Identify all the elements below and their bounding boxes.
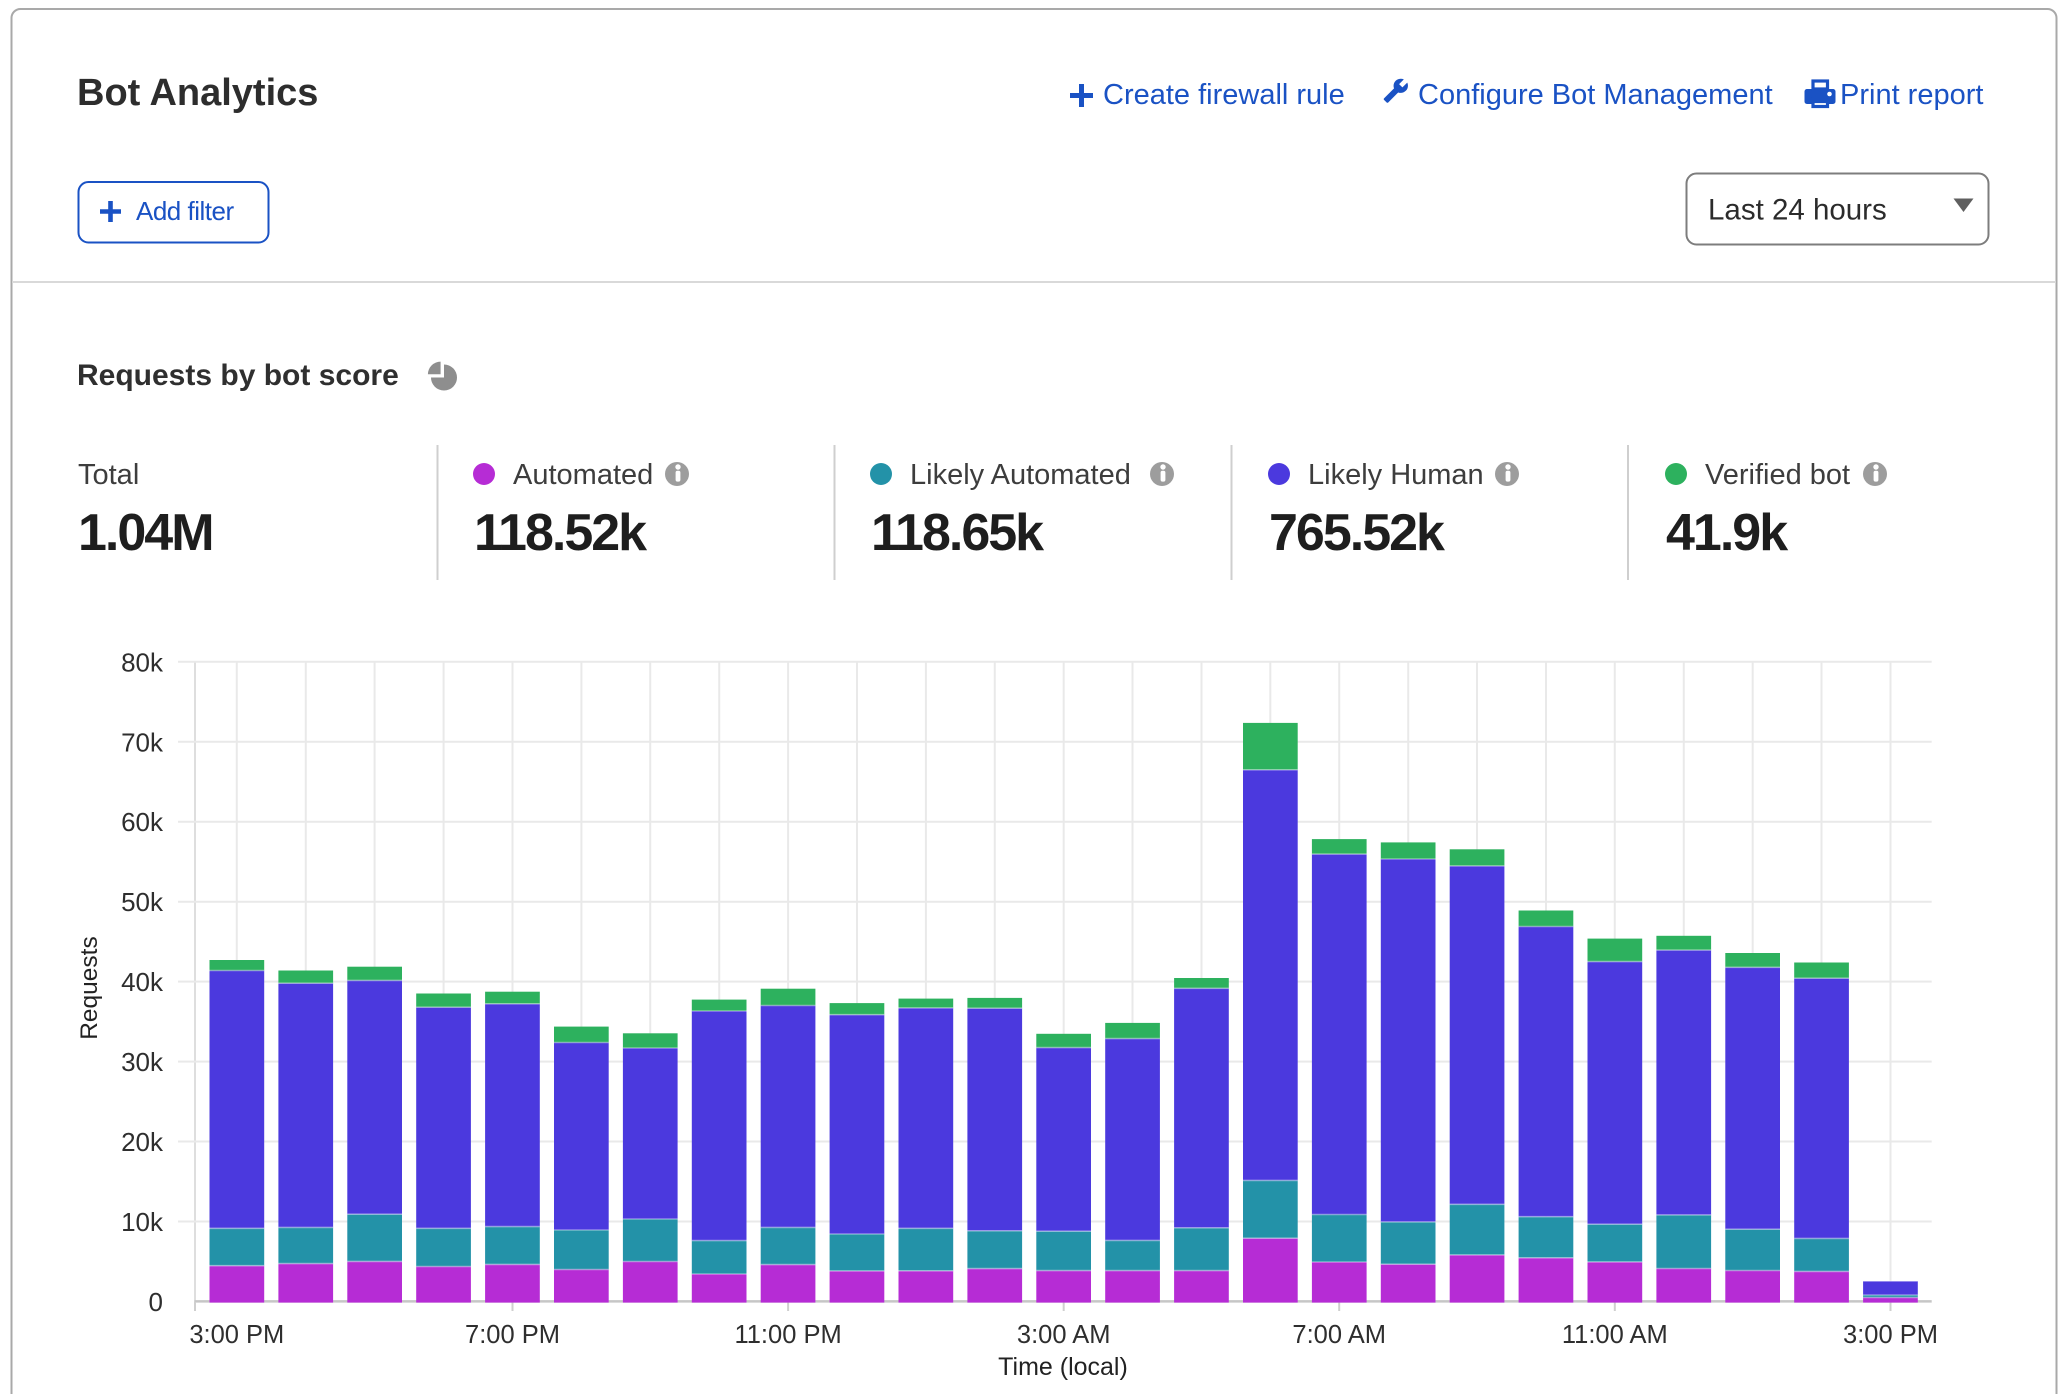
svg-text:7:00 PM: 7:00 PM: [465, 1321, 560, 1349]
svg-text:Likely Automated: Likely Automated: [910, 459, 1131, 491]
svg-text:20k: 20k: [121, 1127, 164, 1157]
svg-text:Automated: Automated: [513, 459, 653, 491]
svg-text:80k: 80k: [121, 647, 164, 677]
svg-text:Create firewall rule: Create firewall rule: [1103, 79, 1345, 111]
svg-text:Print report: Print report: [1840, 79, 1983, 111]
svg-text:118.52k: 118.52k: [474, 504, 647, 562]
svg-text:Requests: Requests: [76, 936, 103, 1040]
svg-text:Total: Total: [78, 459, 139, 491]
svg-text:118.65k: 118.65k: [871, 504, 1044, 562]
svg-text:1.04M: 1.04M: [78, 504, 213, 562]
svg-text:11:00 PM: 11:00 PM: [734, 1321, 841, 1349]
svg-text:Time (local): Time (local): [998, 1353, 1128, 1381]
svg-text:41.9k: 41.9k: [1666, 504, 1788, 562]
svg-text:Add filter: Add filter: [136, 196, 234, 226]
svg-text:7:00 AM: 7:00 AM: [1292, 1321, 1386, 1349]
svg-text:60k: 60k: [121, 807, 164, 837]
svg-text:Verified bot: Verified bot: [1705, 459, 1850, 491]
svg-text:3:00 PM: 3:00 PM: [189, 1321, 284, 1349]
svg-text:Last 24 hours: Last 24 hours: [1708, 194, 1887, 227]
svg-text:Likely Human: Likely Human: [1308, 459, 1484, 491]
svg-text:40k: 40k: [121, 967, 164, 997]
svg-text:Bot Analytics: Bot Analytics: [77, 72, 318, 114]
svg-text:Requests by bot score: Requests by bot score: [77, 359, 399, 392]
svg-text:765.52k: 765.52k: [1269, 504, 1445, 562]
svg-text:Configure Bot Management: Configure Bot Management: [1418, 79, 1773, 111]
svg-text:0: 0: [149, 1287, 163, 1317]
svg-text:70k: 70k: [121, 727, 164, 757]
svg-text:11:00 AM: 11:00 AM: [1562, 1321, 1668, 1349]
svg-text:3:00 PM: 3:00 PM: [1843, 1321, 1938, 1349]
svg-text:50k: 50k: [121, 887, 164, 917]
svg-text:30k: 30k: [121, 1047, 164, 1077]
svg-text:3:00 AM: 3:00 AM: [1017, 1321, 1111, 1349]
svg-text:10k: 10k: [121, 1207, 164, 1237]
